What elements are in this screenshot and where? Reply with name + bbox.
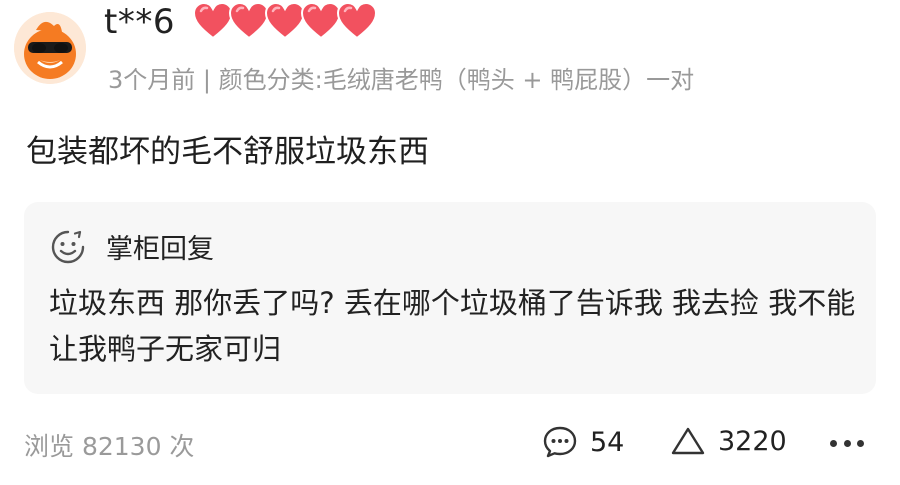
comment-button[interactable]: 54: [542, 425, 624, 459]
more-options-icon[interactable]: [830, 440, 864, 448]
dot: [843, 440, 851, 447]
reputation-hearts: [192, 2, 378, 42]
comment-icon: [543, 426, 577, 458]
view-count: 浏览 82130 次: [24, 432, 195, 461]
dot: [857, 440, 864, 447]
dot: [830, 440, 837, 447]
review-meta: 3个月前 | 颜色分类:毛绒唐老鸭（鸭头 + 鸭屁股）一对: [108, 66, 695, 94]
avatar[interactable]: [14, 12, 86, 84]
reply-title: 掌柜回复: [106, 234, 214, 265]
seller-reply: 掌柜回复 垃圾东西 那你丢了吗? 丢在哪个垃圾桶了告诉我 我去捡 我不能让我鸭子…: [24, 202, 876, 394]
comment-count: 54: [590, 426, 625, 458]
duck-avatar-icon: [14, 12, 86, 84]
triangle-like-icon: [671, 427, 705, 455]
heart-icon: [336, 2, 378, 40]
review-text: 包装都坏的毛不舒服垃圾东西: [26, 134, 429, 170]
username[interactable]: t**6: [104, 2, 175, 42]
like-count: 3220: [718, 425, 787, 457]
smiley-face-icon: [51, 230, 85, 264]
like-button[interactable]: 3220: [670, 425, 787, 457]
reply-text: 垃圾东西 那你丢了吗? 丢在哪个垃圾桶了告诉我 我去捡 我不能让我鸭子无家可归: [49, 286, 856, 366]
